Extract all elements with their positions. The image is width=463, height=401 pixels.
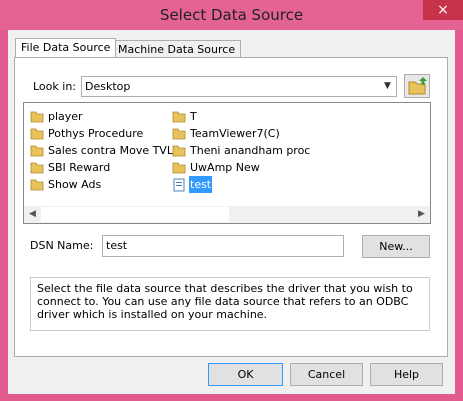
look-in-dropdown[interactable]: Desktop ▼ [81, 76, 397, 97]
dsn-name-label: DSN Name: [30, 239, 94, 252]
up-one-level-button[interactable] [404, 74, 430, 98]
file-list[interactable]: player Pothys Procedure Sales contra Mov… [23, 102, 431, 224]
file-name: Sales contra Move TVL [48, 144, 173, 157]
tab-machine-data-source[interactable]: Machine Data Source [112, 40, 242, 57]
chevron-right-icon[interactable]: ▶ [413, 206, 430, 223]
file-dsn-icon [173, 178, 185, 192]
file-name: test [189, 176, 213, 193]
close-icon: × [437, 2, 449, 18]
file-name: player [48, 110, 83, 123]
title-bar[interactable]: Select Data Source × [0, 0, 463, 30]
cancel-button[interactable]: Cancel [290, 363, 363, 386]
folder-icon [172, 162, 186, 174]
scrollbar-thumb[interactable] [41, 207, 229, 222]
file-name: UwAmp New [190, 161, 260, 174]
dsn-name-input[interactable]: test [102, 235, 344, 257]
chevron-left-icon[interactable]: ◀ [24, 206, 41, 223]
file-name: SBI Reward [48, 161, 111, 174]
look-in-value: Desktop [85, 80, 131, 93]
file-name: T [190, 110, 197, 123]
folder-icon [30, 162, 44, 174]
help-button[interactable]: Help [370, 363, 443, 386]
chevron-down-icon[interactable]: ▼ [379, 77, 396, 96]
close-button[interactable]: × [423, 0, 463, 20]
file-name: Pothys Procedure [48, 127, 144, 140]
folder-icon [172, 111, 186, 123]
dialog-body: File Data Source Machine Data Source Loo… [8, 30, 455, 394]
folder-icon [172, 145, 186, 157]
horizontal-scrollbar[interactable]: ◀ ▶ [24, 206, 430, 223]
file-name: Theni anandham proc [190, 144, 311, 157]
file-name: Show Ads [48, 178, 102, 191]
description-box: Select the file data source that describ… [30, 277, 430, 331]
up-folder-icon [408, 77, 427, 95]
look-in-label: Look in: [33, 80, 76, 93]
window-title: Select Data Source [159, 6, 304, 24]
tab-file-data-source[interactable]: File Data Source [15, 38, 117, 57]
folder-icon [30, 179, 44, 191]
new-button[interactable]: New... [362, 235, 430, 258]
folder-icon [30, 128, 44, 140]
folder-icon [30, 145, 44, 157]
folder-icon [30, 111, 44, 123]
file-name: TeamViewer7(C) [190, 127, 280, 140]
folder-icon [172, 128, 186, 140]
ok-button[interactable]: OK [208, 363, 283, 386]
